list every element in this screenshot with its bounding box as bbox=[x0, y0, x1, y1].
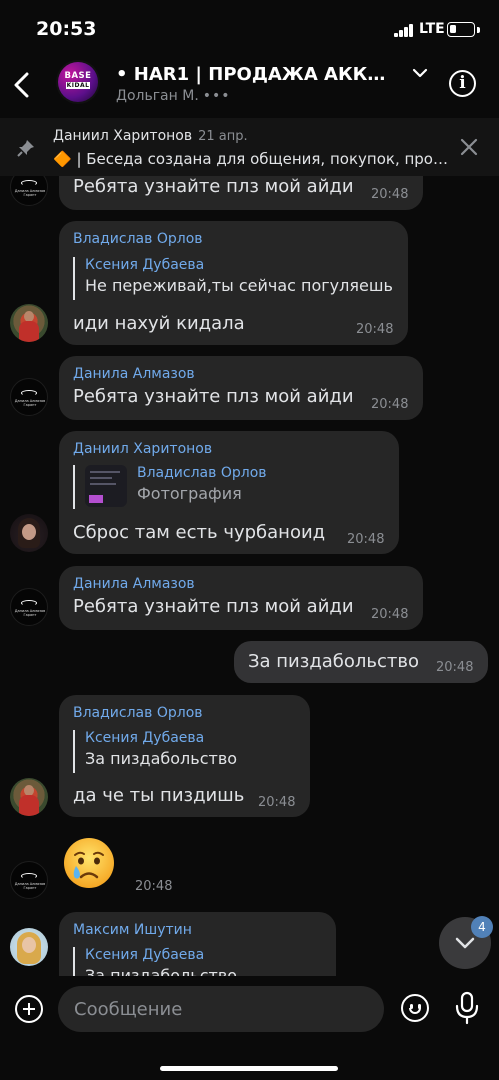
message-sender: Владислав Орлов bbox=[73, 231, 203, 247]
avatar-caption: Данила Алмазов Гарант bbox=[14, 189, 46, 197]
message-sender: Владислав Орлов bbox=[73, 705, 203, 721]
reply-text: Фотография bbox=[137, 484, 242, 503]
reply-author: Владислав Орлов bbox=[137, 465, 267, 481]
chat-subtitle: Дольган М. ••• bbox=[116, 88, 231, 104]
avatar[interactable] bbox=[10, 778, 48, 816]
avatar[interactable] bbox=[10, 304, 48, 342]
outgoing-message-bubble[interactable]: За пиздабольство 20:48 bbox=[234, 641, 488, 683]
info-button[interactable]: i bbox=[449, 70, 476, 97]
message-sender: Данила Алмазов bbox=[73, 366, 195, 382]
home-indicator[interactable] bbox=[160, 1066, 338, 1071]
avatar[interactable]: Данила Алмазов Гарант bbox=[10, 588, 48, 626]
pinned-author: Даниил Харитонов 21 апр. bbox=[53, 128, 248, 144]
message-sender: Максим Ишутин bbox=[73, 922, 192, 938]
avatar-caption: Данила Алмазов Гарант bbox=[14, 609, 46, 617]
avatar[interactable]: Данила Алмазов Гарант bbox=[10, 861, 48, 899]
reply-quote[interactable]: Ксения Дубаева За пиздабольство bbox=[73, 730, 237, 773]
avatar-logo-bottom: KIDAL bbox=[66, 82, 90, 89]
message-time: 20:48 bbox=[135, 879, 173, 894]
network-label: LTE bbox=[419, 21, 445, 37]
message-text: За пиздабольство bbox=[248, 651, 420, 672]
reply-quote[interactable]: Ксения Дубаева Не переживай,ты сейчас по… bbox=[73, 257, 393, 300]
typing-user: Дольган М. bbox=[116, 88, 199, 104]
avatar-caption: Данила Алмазов Гарант bbox=[14, 399, 46, 407]
message-bubble[interactable]: Максим Ишутин Ксения Дубаева За пиздабол… bbox=[59, 912, 336, 976]
message-time: 20:48 bbox=[258, 795, 296, 810]
pinned-date: 21 апр. bbox=[198, 129, 248, 144]
chevron-down-icon bbox=[455, 937, 475, 949]
message-bubble[interactable]: Ребята узнайте плз мой айди 20:48 bbox=[59, 176, 423, 210]
message-input[interactable] bbox=[58, 986, 384, 1032]
pinned-author-name: Даниил Харитонов bbox=[53, 128, 193, 144]
status-time: 20:53 bbox=[36, 18, 97, 40]
message-text: Ребята узнайте плз мой айди bbox=[73, 386, 354, 407]
message-time: 20:48 bbox=[356, 322, 394, 337]
avatar[interactable] bbox=[10, 514, 48, 552]
message-bubble[interactable]: Данила Алмазов Ребята узнайте плз мой ай… bbox=[59, 566, 423, 630]
message-time: 20:48 bbox=[347, 532, 385, 547]
pinned-message[interactable]: Даниил Харитонов 21 апр. 🔶 | Беседа созда… bbox=[0, 118, 499, 176]
message-text: да че ты пиздишь bbox=[73, 785, 245, 806]
smiley-icon[interactable] bbox=[401, 994, 429, 1022]
avatar-caption: Данила Алмазов Гарант bbox=[14, 882, 46, 890]
close-icon[interactable] bbox=[460, 138, 478, 156]
reply-quote[interactable]: Ксения Дубаева За пиздабольство bbox=[73, 947, 237, 976]
avatar[interactable] bbox=[10, 928, 48, 966]
reply-author: Ксения Дубаева bbox=[85, 947, 205, 963]
message-bubble[interactable]: Владислав Орлов Ксения Дубаева Не пережи… bbox=[59, 221, 408, 345]
crying-face-emoji-icon[interactable] bbox=[62, 836, 116, 890]
message-time: 20:48 bbox=[371, 187, 409, 202]
composer bbox=[0, 976, 499, 1080]
chat-avatar[interactable]: BASE KIDAL bbox=[56, 60, 100, 104]
message-bubble[interactable]: Данила Алмазов Ребята узнайте плз мой ай… bbox=[59, 356, 423, 420]
typing-indicator: ••• bbox=[202, 88, 231, 104]
message-time: 20:48 bbox=[371, 397, 409, 412]
battery-level bbox=[450, 25, 456, 33]
reply-author: Ксения Дубаева bbox=[85, 257, 205, 273]
message-time: 20:48 bbox=[371, 607, 409, 622]
chat-header: BASEKIDAL • HAR1 | ПРОДАЖА АККАУН... Дол… bbox=[0, 58, 499, 114]
message-text: иди нахуй кидала bbox=[73, 313, 245, 334]
reply-text: За пиздабольство bbox=[85, 966, 238, 976]
unread-badge: 4 bbox=[471, 916, 493, 938]
battery-icon bbox=[447, 22, 475, 37]
message-sender: Данила Алмазов bbox=[73, 576, 195, 592]
reply-photo-thumbnail bbox=[85, 465, 127, 507]
message-list[interactable]: Данила Алмазов Гарант Ребята узнайте плз… bbox=[0, 176, 499, 976]
message-text: Ребята узнайте плз мой айди bbox=[73, 596, 354, 617]
pinned-text: 🔶 | Беседа создана для общения, покупок,… bbox=[53, 150, 449, 168]
avatar[interactable]: Данила Алмазов Гарант bbox=[10, 176, 48, 206]
battery-cap bbox=[477, 27, 480, 33]
message-text: Ребята узнайте плз мой айди bbox=[73, 176, 354, 197]
signal-icon bbox=[394, 24, 414, 37]
status-bar: 20:53 LTE bbox=[0, 0, 499, 58]
avatar-logo-top: BASE bbox=[64, 71, 92, 81]
message-bubble[interactable]: Владислав Орлов Ксения Дубаева За пиздаб… bbox=[59, 695, 310, 817]
message-sender: Даниил Харитонов bbox=[73, 441, 213, 457]
back-button[interactable] bbox=[8, 64, 38, 106]
chevron-left-icon bbox=[14, 72, 29, 98]
plus-icon[interactable] bbox=[15, 995, 43, 1023]
reply-text: За пиздабольство bbox=[85, 749, 238, 768]
info-icon: i bbox=[459, 73, 466, 93]
reply-text: Не переживай,ты сейчас погуляешь bbox=[85, 276, 393, 295]
reply-author: Ксения Дубаева bbox=[85, 730, 205, 746]
chevron-down-icon[interactable] bbox=[412, 68, 428, 78]
reply-quote[interactable]: Владислав Орлов Фотография bbox=[73, 465, 267, 509]
message-bubble[interactable]: Даниил Харитонов Владислав Орлов Фотогра… bbox=[59, 431, 399, 554]
chat-title[interactable]: • HAR1 | ПРОДАЖА АККАУН... bbox=[116, 64, 398, 85]
microphone-icon[interactable] bbox=[455, 991, 479, 1025]
avatar[interactable]: Данила Алмазов Гарант bbox=[10, 378, 48, 416]
message-time: 20:48 bbox=[436, 660, 474, 675]
message-text: Сброс там есть чурбаноид bbox=[73, 522, 326, 543]
pin-icon bbox=[17, 140, 34, 157]
